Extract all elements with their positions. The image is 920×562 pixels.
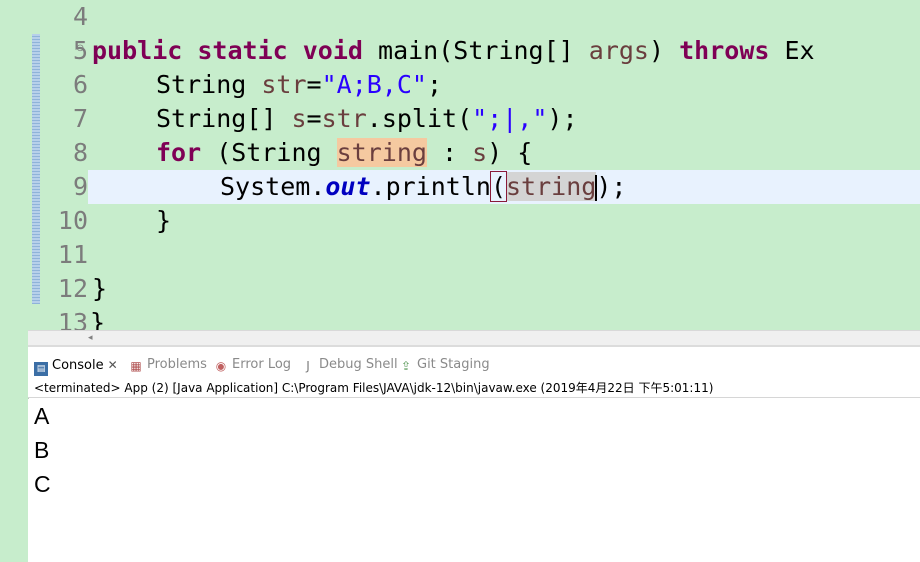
operator: = <box>306 70 322 99</box>
overview-ruler <box>32 34 40 304</box>
tab-error-log[interactable]: ◉ Error Log <box>214 355 291 375</box>
code-line-13: } <box>90 308 106 330</box>
line-number: 13 <box>57 308 88 330</box>
line-number: 10 <box>57 206 88 235</box>
paren-close: ) <box>648 36 665 65</box>
keyword-throws: throws <box>679 36 770 65</box>
line-number: 6 <box>72 70 88 99</box>
scroll-left-icon[interactable]: ◂ <box>88 331 93 345</box>
console-icon: ▤ <box>34 362 48 376</box>
keyword-static: static <box>197 36 288 65</box>
console-output-line: C <box>34 471 51 497</box>
operator: = <box>306 104 322 133</box>
code-line-9: System.out.println(string); <box>220 170 626 204</box>
code-line-6: String str="A;B,C"; <box>156 68 442 102</box>
fold-collapse-icon[interactable]: ⊖ <box>76 44 84 54</box>
tab-label: Error Log <box>232 357 292 372</box>
matching-bracket: ( <box>489 171 508 202</box>
console-process-header: <terminated> App (2) [Java Application] … <box>28 378 920 398</box>
code-line-5: public static void main(String[] args) t… <box>92 34 815 68</box>
code-line-12: } <box>92 274 108 303</box>
method-call: .split( <box>366 104 473 133</box>
variable-string-declaration: string <box>336 138 427 167</box>
variable-string-occurrence: string <box>506 172 597 201</box>
method-signature: main(String[] <box>378 36 574 65</box>
error-log-icon: ◉ <box>215 359 227 373</box>
line-number: 7 <box>72 104 88 133</box>
problems-icon: ▦ <box>130 359 142 373</box>
tab-label: Debug Shell <box>319 357 398 372</box>
tab-console[interactable]: ▤ Console ✕ <box>34 355 118 376</box>
debug-shell-icon: J <box>306 359 310 373</box>
variable-str-ref: str <box>321 104 367 133</box>
close-icon[interactable]: ✕ <box>108 358 118 372</box>
code-editor[interactable]: 4 5 6 7 8 9 10 11 12 13 ⊖ public static … <box>28 0 920 330</box>
keyword-void: void <box>302 36 363 65</box>
console-output-line: B <box>34 437 50 463</box>
line-number: 9 <box>72 172 88 201</box>
string-literal: "A;B,C" <box>321 70 427 99</box>
tab-problems[interactable]: ▦ Problems <box>129 355 207 375</box>
string-literal: ";|," <box>472 104 548 133</box>
line-number: 8 <box>72 138 88 167</box>
type-name: String <box>156 70 247 99</box>
colon: : <box>426 138 473 167</box>
method-println: .println <box>370 172 491 201</box>
tab-label: Console <box>52 358 104 373</box>
console-output[interactable]: A B C <box>28 399 920 562</box>
view-tab-bar: ▤ Console ✕ ▦ Problems ◉ Error Log J Debug Sh… <box>28 345 920 380</box>
left-trim-strip <box>0 0 29 562</box>
tab-git-staging[interactable]: ⇪ Git Staging <box>399 355 490 375</box>
semicolon: ; <box>426 70 443 99</box>
loop-open: ) { <box>487 138 533 167</box>
class-system: System. <box>220 172 326 201</box>
tab-label: Problems <box>147 357 207 372</box>
variable-s: s <box>291 104 307 133</box>
statement-end: ); <box>547 104 578 133</box>
line-number: 11 <box>57 240 88 269</box>
line-number: 12 <box>57 274 88 303</box>
variable-s-ref: s <box>472 138 488 167</box>
tab-label: Git Staging <box>417 357 490 372</box>
loop-header: (String <box>201 138 337 167</box>
field-out: out <box>325 172 371 201</box>
statement-end: ); <box>596 172 627 201</box>
keyword-public: public <box>92 36 183 65</box>
keyword-for: for <box>156 138 202 167</box>
parameter-args: args <box>588 36 649 65</box>
tab-debug-shell[interactable]: J Debug Shell <box>301 355 398 375</box>
code-text-area[interactable]: public static void main(String[] args) t… <box>88 0 920 330</box>
type-name: String[] <box>156 104 277 133</box>
code-line-8: for (String string : s) { <box>156 136 532 170</box>
variable-str: str <box>261 70 307 99</box>
code-line-10: } <box>156 206 172 235</box>
git-staging-icon: ⇪ <box>400 359 412 373</box>
console-output-line: A <box>34 403 50 429</box>
line-number: 4 <box>72 2 88 31</box>
exception-type: Ex <box>784 36 815 65</box>
horizontal-scrollbar[interactable]: ◂ <box>28 330 920 345</box>
code-line-7: String[] s=str.split(";|,"); <box>156 102 578 136</box>
